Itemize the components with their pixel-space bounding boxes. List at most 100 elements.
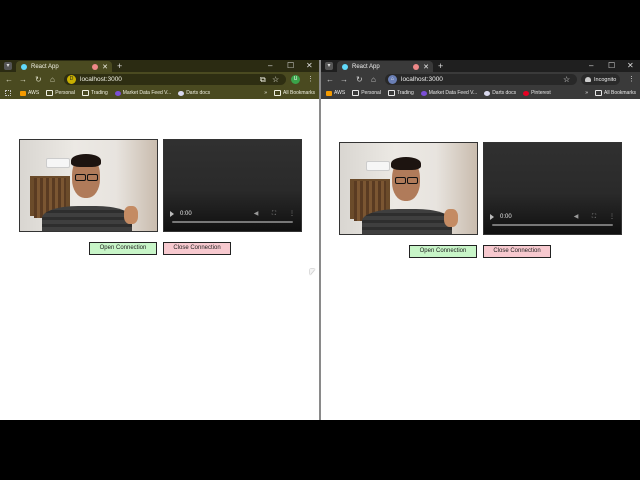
close-connection-button[interactable]: Close Connection: [483, 245, 551, 258]
volume-icon[interactable]: ◀: [253, 211, 259, 217]
bookmarks-overflow-button[interactable]: »: [585, 90, 588, 96]
incognito-label: Incognito: [594, 76, 617, 83]
folder-icon: [352, 90, 360, 96]
close-connection-button[interactable]: Close Connection: [163, 242, 231, 255]
play-icon[interactable]: [170, 211, 174, 217]
tab-close-icon[interactable]: ✕: [423, 63, 429, 71]
aws-icon: [326, 90, 332, 96]
maximize-button[interactable]: ☐: [287, 61, 294, 71]
close-window-button[interactable]: ✕: [627, 61, 634, 71]
tab-close-icon[interactable]: ✕: [102, 63, 108, 71]
bookmark-market-data[interactable]: Market Data Feed V...: [420, 90, 477, 96]
bookmark-personal[interactable]: Personal: [352, 90, 381, 96]
tab-react-app[interactable]: React App ✕: [337, 61, 433, 72]
video-row: 0:00 ◀ ⛶ ⋮: [19, 139, 302, 232]
bookmark-trading[interactable]: Trading: [387, 90, 414, 96]
bookmark-aws[interactable]: AWS: [326, 90, 345, 96]
tab-search-icon[interactable]: ▾: [325, 62, 333, 70]
air-conditioner: [366, 161, 390, 171]
reload-icon[interactable]: ↻: [35, 75, 42, 84]
minimize-button[interactable]: –: [589, 61, 593, 71]
tab-title: React App: [352, 63, 380, 70]
bookmark-darts-docs[interactable]: Darts docs: [484, 90, 516, 96]
video-time: 0:00: [500, 214, 512, 220]
home-icon[interactable]: ⌂: [50, 75, 55, 84]
folder-icon: [46, 90, 54, 96]
install-icon[interactable]: ⧉: [260, 74, 266, 85]
pinterest-icon: [523, 90, 530, 96]
recording-icon: [92, 63, 99, 70]
mouse-cursor: [310, 269, 315, 275]
new-tab-button[interactable]: +: [438, 61, 443, 71]
remote-video[interactable]: 0:00 ◀ ⛶ ⋮: [483, 142, 622, 235]
video-time: 0:00: [180, 211, 192, 217]
site-info-icon[interactable]: ⌂: [388, 75, 397, 84]
url-text: localhost:3000: [401, 76, 443, 83]
bookmark-aws[interactable]: AWS: [20, 90, 39, 96]
folder-icon: [387, 90, 395, 96]
person: [362, 209, 452, 234]
bookmarks-overflow-button[interactable]: »: [264, 90, 267, 96]
connection-buttons: Open Connection Close Connection: [89, 242, 231, 255]
video-controls: 0:00 ◀ ⛶ ⋮: [170, 211, 295, 217]
incognito-badge[interactable]: Incognito: [581, 74, 621, 85]
remote-video[interactable]: 0:00 ◀ ⛶ ⋮: [163, 139, 302, 232]
forward-icon[interactable]: →: [340, 75, 348, 84]
close-window-button[interactable]: ✕: [306, 61, 313, 71]
bookmark-trading[interactable]: Trading: [81, 90, 108, 96]
address-bar[interactable]: D localhost:3000 ⧉ ☆: [64, 74, 286, 85]
more-options-icon[interactable]: ⋮: [609, 214, 615, 220]
darts-icon: [178, 90, 185, 96]
tab-search-icon[interactable]: ▾: [4, 62, 12, 70]
bookmark-star-icon[interactable]: ☆: [272, 74, 279, 85]
page-viewport: 0:00 ◀ ⛶ ⋮ Open Connection Close Connect…: [0, 107, 319, 420]
bookmark-pinterest[interactable]: Pinterest: [523, 90, 551, 96]
fullscreen-icon[interactable]: ⛶: [591, 214, 597, 220]
person: [42, 206, 132, 231]
volume-icon[interactable]: ◀: [573, 214, 579, 220]
forward-icon[interactable]: →: [19, 75, 27, 84]
market-data-icon: [114, 90, 121, 96]
bookmarks-bar: AWS Personal Trading Market Data Feed V.…: [0, 87, 319, 99]
tab-strip: ▾ React App ✕ + – ☐ ✕: [0, 60, 319, 72]
address-bar[interactable]: ⌂ localhost:3000 ☆: [385, 74, 577, 85]
open-connection-button[interactable]: Open Connection: [89, 242, 157, 255]
profile-avatar[interactable]: U: [291, 75, 300, 84]
react-icon: [21, 63, 27, 70]
local-video: [19, 139, 158, 232]
home-icon[interactable]: ⌂: [371, 75, 376, 84]
url-text: localhost:3000: [80, 76, 122, 83]
tab-title: React App: [31, 63, 59, 70]
bookmark-star-icon[interactable]: ☆: [563, 74, 570, 85]
video-progress-bar[interactable]: [492, 224, 613, 226]
folder-icon: [274, 90, 282, 96]
all-bookmarks-button[interactable]: All Bookmarks: [274, 90, 315, 96]
bookmark-personal[interactable]: Personal: [46, 90, 75, 96]
video-progress-bar[interactable]: [172, 221, 293, 223]
video-row: 0:00 ◀ ⛶ ⋮: [339, 142, 622, 235]
browser-window-left: ▾ React App ✕ + – ☐ ✕ ← → ↻ ⌂ D localhos…: [0, 60, 319, 420]
browser-window-right: ▾ React App ✕ + – ☐ ✕ ← → ↻ ⌂ ⌂ localhos…: [321, 60, 640, 420]
new-tab-button[interactable]: +: [117, 61, 122, 71]
bookmark-darts-docs[interactable]: Darts docs: [178, 90, 210, 96]
more-options-icon[interactable]: ⋮: [289, 211, 295, 217]
open-connection-button[interactable]: Open Connection: [409, 245, 477, 258]
menu-icon[interactable]: ⋮: [628, 75, 635, 84]
menu-icon[interactable]: ⋮: [307, 75, 314, 84]
bookmark-market-data[interactable]: Market Data Feed V...: [114, 90, 171, 96]
apps-icon[interactable]: [5, 90, 13, 96]
all-bookmarks-button[interactable]: All Bookmarks: [595, 90, 636, 96]
back-icon[interactable]: ←: [326, 75, 334, 84]
recording-icon: [413, 63, 420, 70]
maximize-button[interactable]: ☐: [608, 61, 615, 71]
minimize-button[interactable]: –: [268, 61, 272, 71]
tab-react-app[interactable]: React App ✕: [16, 61, 112, 72]
play-icon[interactable]: [490, 214, 494, 220]
back-icon[interactable]: ←: [5, 75, 13, 84]
site-info-icon[interactable]: D: [67, 75, 76, 84]
fullscreen-icon[interactable]: ⛶: [271, 211, 277, 217]
local-video: [339, 142, 478, 235]
market-data-icon: [420, 90, 427, 96]
reload-icon[interactable]: ↻: [356, 75, 363, 84]
air-conditioner: [46, 158, 70, 168]
